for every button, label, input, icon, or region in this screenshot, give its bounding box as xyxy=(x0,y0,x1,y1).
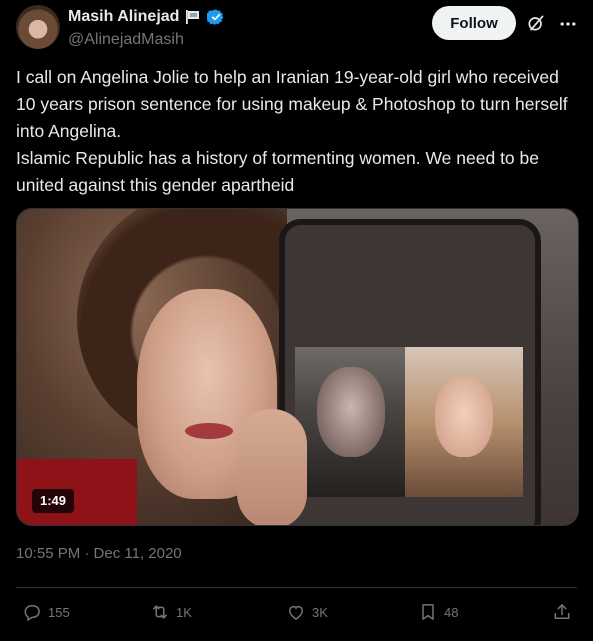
tweet-text: I call on Angelina Jolie to help an Iran… xyxy=(16,67,568,195)
tweet-timestamp[interactable]: 10:55 PM · Dec 11, 2020 xyxy=(16,545,182,562)
like-icon xyxy=(288,605,304,620)
holding-hand xyxy=(237,409,307,525)
video-player[interactable]: 1:49 xyxy=(16,208,579,526)
like-count: 3K xyxy=(312,604,328,620)
author-handle[interactable]: @AlinejadMasih xyxy=(68,31,184,49)
author-name-row: Masih Alinejad xyxy=(68,8,225,26)
phone-photo-left-face xyxy=(317,367,385,457)
reply-count: 155 xyxy=(48,604,70,620)
reply-icon xyxy=(24,605,40,622)
repost-icon xyxy=(153,605,167,619)
verified-badge-icon xyxy=(207,9,224,25)
divider xyxy=(16,587,577,588)
reply-button[interactable]: 155 xyxy=(22,602,70,622)
video-speaker-lips xyxy=(185,423,233,439)
share-button[interactable] xyxy=(552,602,572,622)
bookmark-button[interactable]: 48 xyxy=(418,602,458,622)
bookmark-count: 48 xyxy=(444,604,459,620)
like-button[interactable]: 3K xyxy=(286,602,328,622)
grok-icon[interactable] xyxy=(526,13,546,33)
author-name[interactable]: Masih Alinejad xyxy=(68,8,179,26)
follow-button[interactable]: Follow xyxy=(432,6,516,40)
video-duration-badge: 1:49 xyxy=(32,489,75,513)
repost-button[interactable]: 1K xyxy=(150,602,192,622)
flag-icon xyxy=(186,10,200,24)
repost-count: 1K xyxy=(176,604,192,620)
avatar[interactable] xyxy=(16,5,60,49)
share-icon xyxy=(554,604,570,619)
phone-photo-right-face xyxy=(435,377,493,457)
bookmark-icon xyxy=(422,604,434,620)
more-icon[interactable] xyxy=(558,14,578,34)
